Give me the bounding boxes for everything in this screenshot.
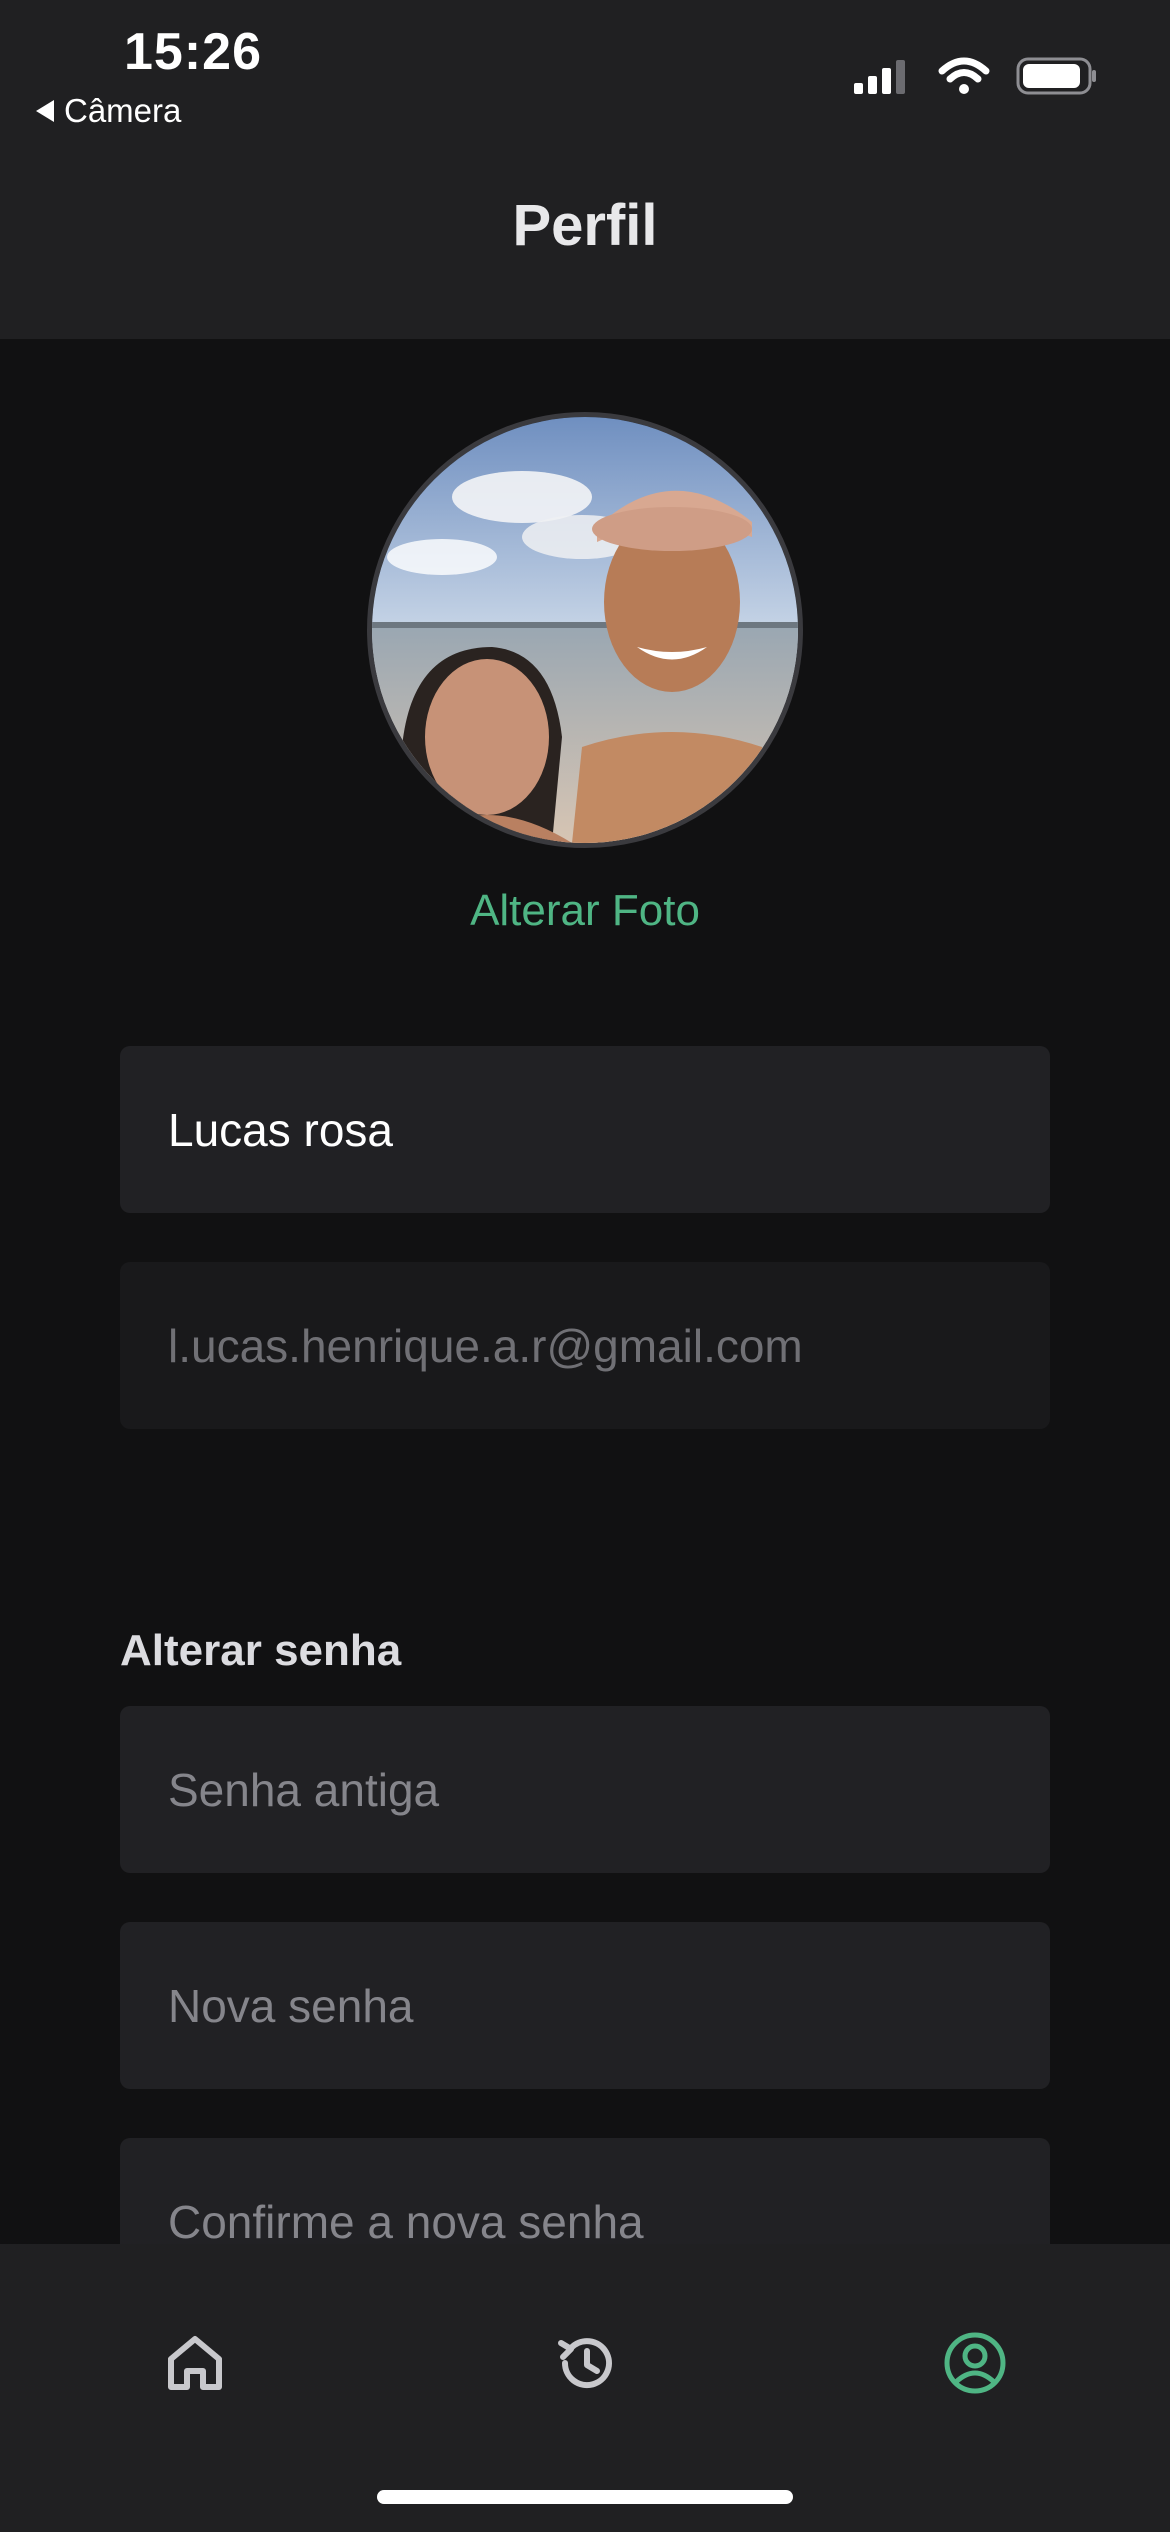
new-password-field[interactable]: Nova senha — [120, 1922, 1050, 2089]
top-header: 15:26 Câmera Perfil — [0, 0, 1170, 339]
change-photo-button[interactable]: Alterar Foto — [0, 886, 1170, 936]
signal-icon — [854, 60, 905, 94]
back-to-camera-link[interactable]: Câmera — [36, 92, 181, 130]
back-arrow-icon — [36, 100, 54, 122]
home-icon — [168, 2336, 222, 2390]
tab-home[interactable] — [160, 2328, 230, 2398]
profile-photo-image — [372, 417, 798, 843]
battery-icon — [1016, 57, 1096, 95]
name-field[interactable]: Lucas rosa — [120, 1046, 1050, 1213]
back-to-camera-label: Câmera — [64, 92, 182, 129]
tab-profile[interactable] — [940, 2328, 1010, 2398]
email-field: l.ucas.henrique.a.r@gmail.com — [120, 1262, 1050, 1429]
tab-history[interactable] — [550, 2328, 620, 2398]
profile-icon — [944, 2332, 1006, 2394]
old-password-field[interactable]: Senha antiga — [120, 1706, 1050, 1873]
status-time: 15:26 — [124, 23, 262, 81]
page-title: Perfil — [512, 193, 658, 258]
status-icons — [852, 56, 1098, 96]
profile-photo[interactable] — [367, 412, 803, 848]
wifi-icon — [938, 57, 990, 94]
change-password-heading: Alterar senha — [120, 1626, 402, 1675]
bottom-tab-bar — [0, 2244, 1170, 2532]
home-indicator[interactable] — [377, 2490, 793, 2504]
history-icon — [558, 2338, 612, 2389]
